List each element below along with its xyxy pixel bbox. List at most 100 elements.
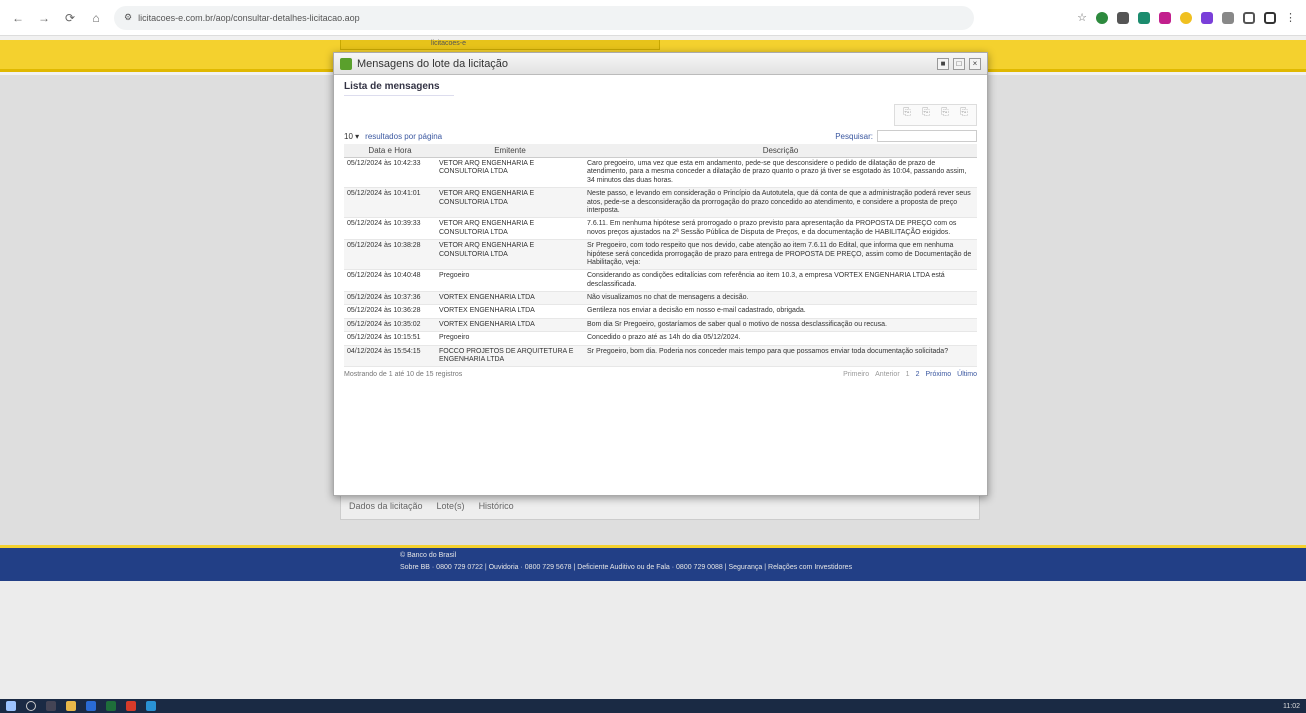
extension-icon[interactable] — [1096, 11, 1108, 24]
table-row: 05/12/2024 às 10:36:28 VORTEX ENGENHARIA … — [344, 304, 977, 319]
pager-next[interactable]: Próximo — [925, 371, 951, 378]
reload-button[interactable]: ⟳ — [62, 10, 78, 26]
url-text: licitacoes-e.com.br/aop/consultar-detalh… — [138, 12, 360, 23]
cell-date: 05/12/2024 às 10:15:51 — [344, 331, 436, 346]
table-row: 05/12/2024 às 10:35:02 VORTEX ENGENHARIA … — [344, 318, 977, 333]
tab-dados[interactable]: Dados da licitação — [349, 501, 423, 511]
profile-icon[interactable] — [1264, 11, 1276, 24]
cell-sender: VORTEX ENGENHARIA LTDA — [436, 291, 584, 306]
close-button[interactable]: × — [969, 57, 981, 70]
site-footer: © Banco do Brasil Sobre BB · 0800 729 07… — [0, 545, 1306, 581]
app-icon[interactable] — [106, 701, 116, 711]
export-excel-icon[interactable]: ⎘ — [937, 107, 953, 121]
extension-icon[interactable] — [1243, 11, 1255, 24]
page-bottom — [0, 581, 1306, 699]
footer-copyright: © Banco do Brasil — [400, 552, 457, 559]
pager-page-1[interactable]: 1 — [906, 371, 910, 378]
pager-previous[interactable]: Anterior — [875, 371, 900, 378]
leaf-icon — [340, 57, 352, 70]
export-csv-icon[interactable]: ⎘ — [918, 107, 934, 121]
cell-date: 05/12/2024 às 10:36:28 — [344, 304, 436, 319]
cell-description: Bom dia Sr Pregoeiro, gostaríamos de sab… — [584, 318, 977, 333]
table-row: 05/12/2024 às 10:37:36 VORTEX ENGENHARIA … — [344, 291, 977, 306]
cell-description: Neste passo, e levando em consideração o… — [584, 187, 977, 219]
cell-description: 7.6.11. Em nenhuma hipótese será prorrog… — [584, 217, 977, 241]
extension-icon[interactable] — [1222, 11, 1234, 24]
modal-controls: ■ □ × — [937, 57, 981, 70]
pagination: Primeiro Anterior 1 2 Próximo Último — [843, 371, 977, 378]
table-controls: 10 ▾ resultados por página Pesquisar: — [344, 130, 977, 142]
page-size-select[interactable]: 10 ▾ — [344, 132, 359, 141]
app-icon[interactable] — [126, 701, 136, 711]
cell-sender: VETOR ARQ ENGENHARIA E CONSULTORIA LTDA — [436, 187, 584, 219]
forward-button[interactable]: → — [36, 10, 52, 26]
cell-date: 05/12/2024 às 10:39:33 — [344, 217, 436, 241]
column-header-sender[interactable]: Emitente — [436, 144, 584, 158]
cell-date: 04/12/2024 às 15:54:15 — [344, 345, 436, 368]
taskbar-clock[interactable]: 11:02 — [1283, 703, 1300, 710]
cell-sender: Pregoeiro — [436, 269, 584, 293]
site-info-icon[interactable]: ⚙ — [124, 12, 132, 23]
cell-date: 05/12/2024 às 10:37:36 — [344, 291, 436, 306]
records-summary: Mostrando de 1 até 10 de 15 registros — [344, 371, 463, 379]
cell-sender: VETOR ARQ ENGENHARIA E CONSULTORIA LTDA — [436, 239, 584, 271]
search-icon[interactable] — [26, 701, 36, 711]
task-view-icon[interactable] — [46, 701, 56, 711]
cell-date: 05/12/2024 às 10:35:02 — [344, 318, 436, 333]
cell-description: Sr Pregoeiro, com todo respeito que nos … — [584, 239, 977, 271]
extension-icon[interactable] — [1201, 11, 1213, 24]
tab-historico[interactable]: Histórico — [479, 501, 514, 511]
tab-lotes[interactable]: Lote(s) — [437, 501, 465, 511]
table-header-row: Data e Hora Emitente Descrição — [344, 144, 977, 158]
pager-page-2[interactable]: 2 — [916, 371, 920, 378]
extension-icon[interactable] — [1159, 11, 1171, 24]
cell-date: 05/12/2024 às 10:42:33 — [344, 157, 436, 189]
table-row: 05/12/2024 às 10:40:48 Pregoeiro Considera… — [344, 269, 977, 293]
table-row: 05/12/2024 às 10:41:01 VETOR ARQ ENGENHAR… — [344, 187, 977, 219]
bookmark-star-icon[interactable]: ☆ — [1077, 11, 1087, 24]
search-input[interactable] — [877, 130, 977, 142]
app-icon[interactable] — [86, 701, 96, 711]
app-icon[interactable] — [146, 701, 156, 711]
export-toolbar: ⎘ ⎘ ⎘ ⎘ — [344, 104, 977, 126]
search-label: Pesquisar: — [835, 131, 873, 141]
export-pdf-icon[interactable]: ⎘ — [956, 107, 972, 121]
section-title: Lista de mensagens — [344, 81, 454, 96]
table-footer: Mostrando de 1 até 10 de 15 registros Pr… — [344, 371, 977, 378]
modal-title: Mensagens do lote da licitação — [357, 57, 509, 70]
cell-description: Caro pregoeiro, uma vez que esta em anda… — [584, 157, 977, 189]
table-row: 05/12/2024 às 10:38:28 VETOR ARQ ENGENHAR… — [344, 239, 977, 271]
cell-date: 05/12/2024 às 10:38:28 — [344, 239, 436, 271]
footer-links[interactable]: Sobre BB · 0800 729 0722 | Ouvidoria · 0… — [400, 564, 1306, 571]
back-button[interactable]: ← — [10, 10, 26, 26]
cell-sender: Pregoeiro — [436, 331, 584, 346]
home-button[interactable]: ⌂ — [88, 10, 104, 26]
extension-icon[interactable] — [1180, 11, 1192, 24]
cell-description: Não visualizamos no chat de mensagens a … — [584, 291, 977, 306]
cell-date: 05/12/2024 às 10:41:01 — [344, 187, 436, 219]
pager-first[interactable]: Primeiro — [843, 371, 869, 378]
address-bar[interactable]: ⚙ licitacoes-e.com.br/aop/consultar-deta… — [114, 5, 974, 30]
extension-icon[interactable] — [1138, 11, 1150, 24]
menu-kebab-icon[interactable]: ⋮ — [1285, 11, 1296, 24]
column-header-description[interactable]: Descrição — [584, 144, 977, 158]
extension-icon[interactable] — [1117, 11, 1129, 24]
file-explorer-icon[interactable] — [66, 701, 76, 711]
print-button[interactable]: ■ — [937, 57, 949, 70]
column-header-date[interactable]: Data e Hora — [344, 144, 436, 158]
maximize-button[interactable]: □ — [953, 57, 965, 70]
cell-description: Sr Pregoeiro, bom dia. Poderia nos conce… — [584, 345, 977, 368]
messages-modal: Mensagens do lote da licitação ■ □ × Lis… — [333, 52, 988, 496]
table-body: 05/12/2024 às 10:42:33 VETOR ARQ ENGENHAR… — [344, 157, 977, 368]
cell-description: Gentileza nos enviar a decisão em nosso … — [584, 304, 977, 319]
table-row: 05/12/2024 às 10:15:51 Pregoeiro Concedido… — [344, 331, 977, 346]
cell-sender: VORTEX ENGENHARIA LTDA — [436, 318, 584, 333]
modal-body: Lista de mensagens ⎘ ⎘ ⎘ ⎘ 10 ▾ resultad… — [334, 75, 987, 384]
messages-table: Data e Hora Emitente Descrição 05/12/202… — [344, 144, 977, 368]
cell-sender: VETOR ARQ ENGENHARIA E CONSULTORIA LTDA — [436, 157, 584, 189]
site-top-tab[interactable]: licitacoes-e — [340, 40, 660, 50]
export-copy-icon[interactable]: ⎘ — [899, 107, 915, 121]
modal-titlebar[interactable]: Mensagens do lote da licitação ■ □ × — [334, 53, 987, 75]
pager-last[interactable]: Último — [957, 371, 977, 378]
start-icon[interactable] — [6, 701, 16, 711]
